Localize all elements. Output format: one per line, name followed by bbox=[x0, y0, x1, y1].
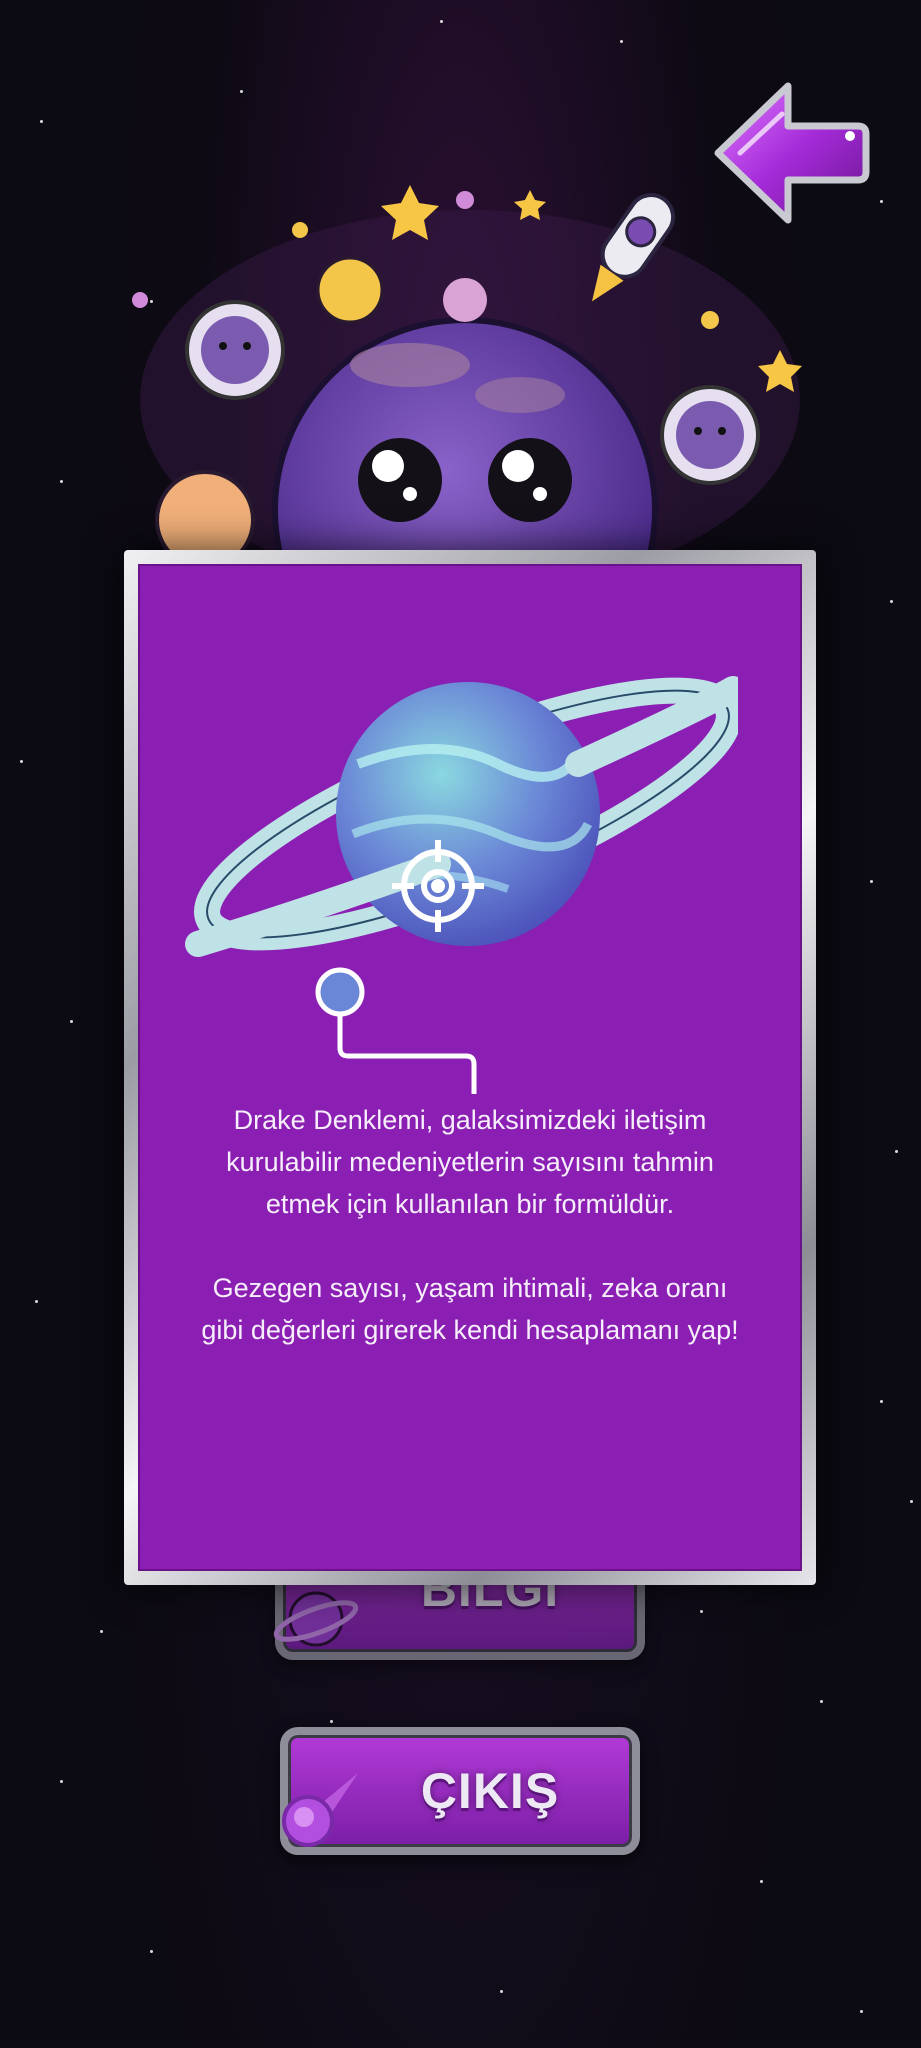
info-modal-text: Drake Denklemi, galaksimizdeki iletişim … bbox=[188, 1099, 752, 1393]
ringed-planet-icon bbox=[273, 1591, 359, 1647]
info-modal: Drake Denklemi, galaksimizdeki iletişim … bbox=[124, 550, 816, 1585]
comet-icon bbox=[282, 1773, 358, 1847]
astronaut-right bbox=[660, 385, 760, 485]
exit-button[interactable]: ÇIKIŞ bbox=[280, 1727, 640, 1855]
info-modal-panel: Drake Denklemi, galaksimizdeki iletişim … bbox=[138, 564, 802, 1571]
astronaut-left bbox=[185, 300, 285, 400]
ringed-planet-icon bbox=[185, 676, 738, 1094]
info-paragraph-1: Drake Denklemi, galaksimizdeki iletişim … bbox=[226, 1105, 714, 1219]
exit-button-label: ÇIKIŞ bbox=[420, 1763, 560, 1819]
hero-illustration bbox=[132, 185, 802, 570]
connector-dot bbox=[315, 967, 365, 1017]
info-paragraph-2: Gezegen sayısı, yaşam ihtimali, zeka ora… bbox=[201, 1273, 739, 1345]
